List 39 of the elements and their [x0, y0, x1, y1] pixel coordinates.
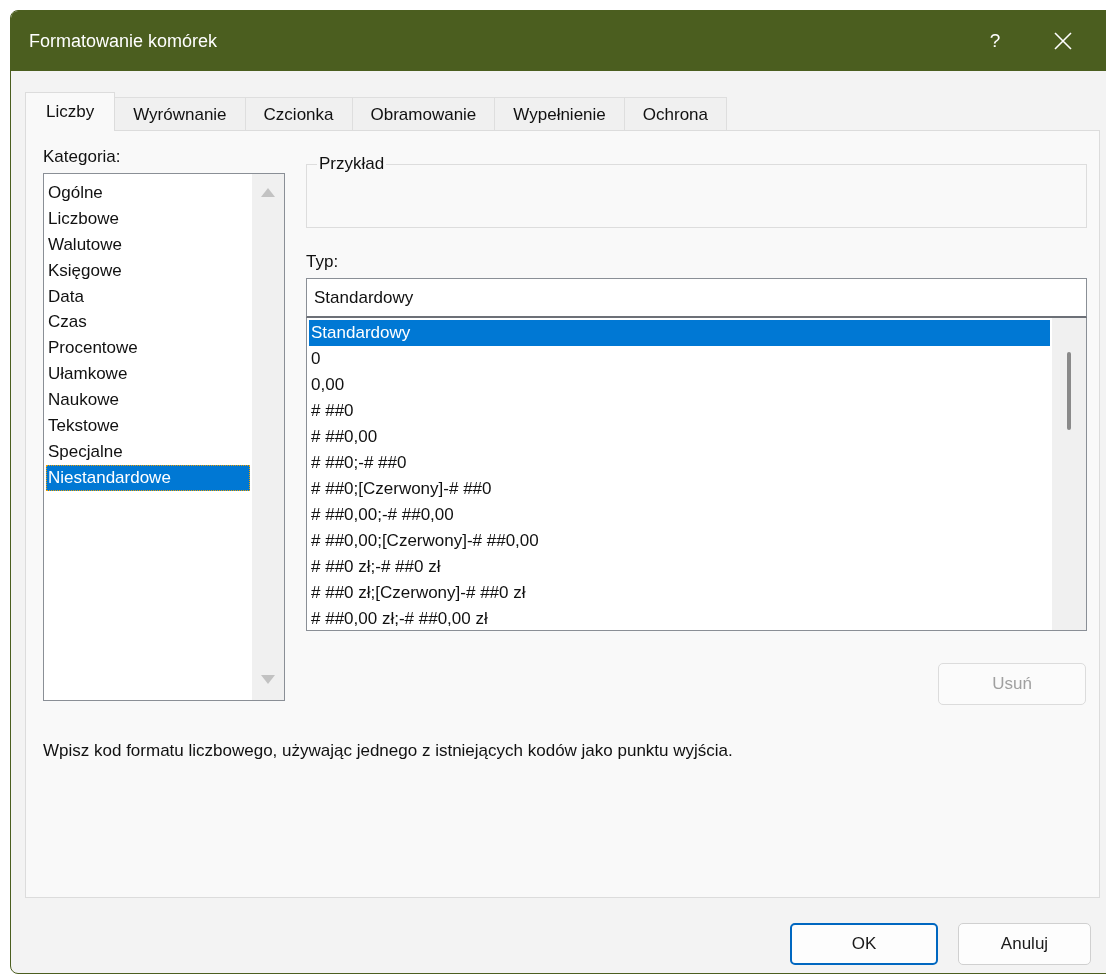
category-item[interactable]: Niestandardowe [46, 464, 250, 491]
scroll-up-icon[interactable] [260, 186, 276, 198]
description-text: Wpisz kod formatu liczbowego, używając jednego z istniejących kodów jako punktu wyjścia. [43, 741, 734, 761]
format-code-item[interactable]: # ##0,00;[Czerwony]-# ##0,00 [309, 528, 1050, 554]
category-item[interactable]: Walutowe [46, 231, 250, 258]
help-button[interactable]: ? [975, 30, 1015, 52]
ok-button[interactable]: OK [790, 923, 938, 965]
sample-label: Przykład [317, 154, 387, 174]
format-code-item[interactable]: # ##0 [309, 398, 1050, 424]
category-item[interactable]: Ułamkowe [46, 361, 250, 388]
format-code-item[interactable]: 0 [309, 346, 1050, 372]
format-code-item[interactable]: Standardowy [309, 320, 1050, 346]
category-item[interactable]: Procentowe [46, 335, 250, 362]
format-code-item[interactable]: # ##0,00 [309, 424, 1050, 450]
type-label: Typ: [306, 252, 340, 272]
format-code-item[interactable]: # ##0;-# ##0 [309, 450, 1050, 476]
format-code-item[interactable]: # ##0,00;-# ##0,00 [309, 502, 1050, 528]
category-item[interactable]: Naukowe [46, 387, 250, 413]
scroll-down-icon[interactable] [260, 674, 276, 686]
format-code-item[interactable]: # ##0 zł;-# ##0 zł [309, 554, 1050, 580]
category-item[interactable]: Księgowe [46, 257, 250, 284]
category-item[interactable]: Czas [46, 309, 250, 336]
type-input-field[interactable]: Standardowy [306, 278, 1087, 318]
close-icon[interactable] [1053, 31, 1073, 51]
window-title: Formatowanie komórek [29, 30, 219, 52]
format-code-item[interactable]: # ##0 zł;[Czerwony]-# ##0 zł [309, 580, 1050, 606]
format-code-item[interactable]: # ##0,00 zł;-# ##0,00 zł [309, 606, 1050, 632]
scrollbar-thumb[interactable] [1067, 352, 1071, 430]
category-item[interactable]: Ogólne [46, 180, 250, 206]
format-code-item[interactable]: # ##0;[Czerwony]-# ##0 [309, 476, 1050, 502]
category-item[interactable]: Data [46, 283, 250, 310]
category-item[interactable]: Specjalne [46, 438, 250, 465]
category-label: Kategoria: [43, 147, 122, 167]
category-item[interactable]: Tekstowe [46, 413, 250, 439]
cancel-button[interactable]: Anuluj [958, 923, 1091, 965]
tab[interactable]: Ochrona [623, 97, 727, 131]
format-code-item[interactable]: 0,00 [309, 372, 1050, 398]
tab[interactable]: Liczby [25, 92, 116, 131]
category-item[interactable]: Liczbowe [46, 205, 250, 232]
